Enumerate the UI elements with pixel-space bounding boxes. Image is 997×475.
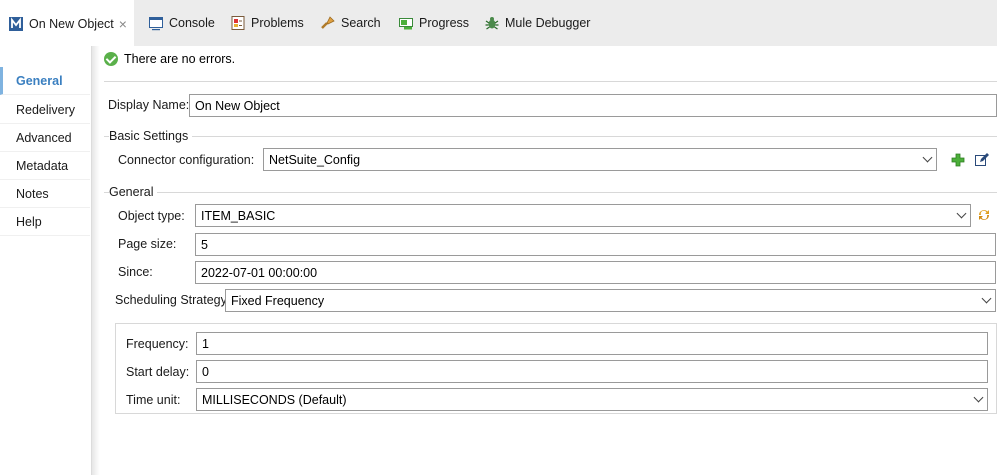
scheduling-strategy-label: Scheduling Strategy: [115, 293, 227, 307]
tab-label: Search: [341, 16, 381, 30]
add-icon[interactable]: [950, 152, 966, 168]
tab-label: Progress: [419, 16, 470, 30]
sidebar-item-notes[interactable]: Notes: [0, 180, 90, 208]
start-delay-label: Start delay:: [126, 365, 190, 379]
search-icon: [320, 15, 336, 31]
general-group-title: General: [109, 185, 158, 199]
tab-problems[interactable]: Problems: [218, 0, 304, 46]
basic-settings-title: Basic Settings: [109, 129, 193, 143]
display-name-field[interactable]: On New Object: [189, 94, 997, 117]
tab-on-new-object[interactable]: On New Object ×: [0, 0, 134, 46]
sidebar-item-help[interactable]: Help: [0, 208, 90, 236]
chevron-down-icon[interactable]: [969, 389, 987, 410]
object-type-value: ITEM_BASIC: [201, 208, 276, 223]
refresh-icon[interactable]: [976, 207, 992, 223]
page-size-label: Page size:: [118, 237, 177, 251]
object-type-label: Object type:: [118, 209, 185, 223]
group-border: [104, 136, 997, 137]
chevron-down-icon[interactable]: [952, 205, 970, 226]
tab-label: Problems: [251, 16, 304, 30]
since-label: Since:: [118, 265, 153, 279]
time-unit-label: Time unit:: [126, 393, 181, 407]
frequency-field[interactable]: 1: [196, 332, 988, 355]
edit-icon[interactable]: [974, 152, 990, 168]
validation-status: There are no errors.: [104, 52, 235, 66]
start-delay-field[interactable]: 0: [196, 360, 988, 383]
display-name-label: Display Name:: [108, 98, 190, 112]
sidebar-divider: [92, 46, 100, 475]
scheduling-strategy-select[interactable]: Fixed Frequency: [225, 289, 996, 312]
sidebar-item-general[interactable]: General: [0, 67, 90, 95]
flow-icon: [8, 16, 24, 32]
properties-sidebar: General Redelivery Advanced Metadata Not…: [0, 46, 92, 475]
tab-search[interactable]: Search: [308, 0, 381, 46]
tab-progress[interactable]: Progress: [386, 0, 469, 46]
bug-icon: [484, 15, 500, 31]
object-type-select[interactable]: ITEM_BASIC: [195, 204, 971, 227]
time-unit-value: MILLISECONDS (Default): [202, 392, 347, 407]
divider: [104, 81, 997, 82]
time-unit-select[interactable]: MILLISECONDS (Default): [196, 388, 988, 411]
scheduling-strategy-value: Fixed Frequency: [231, 293, 325, 308]
tab-label: Mule Debugger: [505, 16, 591, 30]
console-icon: [148, 15, 164, 31]
tab-console[interactable]: Console: [136, 0, 215, 46]
view-tab-bar: On New Object × Console Problems Search …: [0, 0, 997, 46]
problems-icon: [230, 15, 246, 31]
status-text: There are no errors.: [124, 52, 236, 66]
chevron-down-icon[interactable]: [977, 290, 995, 311]
sidebar-item-metadata[interactable]: Metadata: [0, 152, 90, 180]
page-size-field[interactable]: 5: [195, 233, 996, 256]
since-field[interactable]: 2022-07-01 00:00:00: [195, 261, 996, 284]
chevron-down-icon[interactable]: [918, 149, 936, 170]
sidebar-item-advanced[interactable]: Advanced: [0, 124, 90, 152]
connector-config-label: Connector configuration:: [118, 153, 255, 167]
connector-config-select[interactable]: NetSuite_Config: [263, 148, 937, 171]
connector-config-value: NetSuite_Config: [269, 152, 361, 167]
sidebar-item-redelivery[interactable]: Redelivery: [0, 96, 90, 124]
tab-label: On New Object: [29, 17, 114, 31]
progress-icon: [398, 15, 414, 31]
check-icon: [104, 52, 118, 66]
group-border: [104, 192, 997, 193]
frequency-label: Frequency:: [126, 337, 189, 351]
close-icon[interactable]: ×: [119, 16, 127, 32]
tab-mule-debugger[interactable]: Mule Debugger: [472, 0, 590, 46]
tab-label: Console: [169, 16, 215, 30]
